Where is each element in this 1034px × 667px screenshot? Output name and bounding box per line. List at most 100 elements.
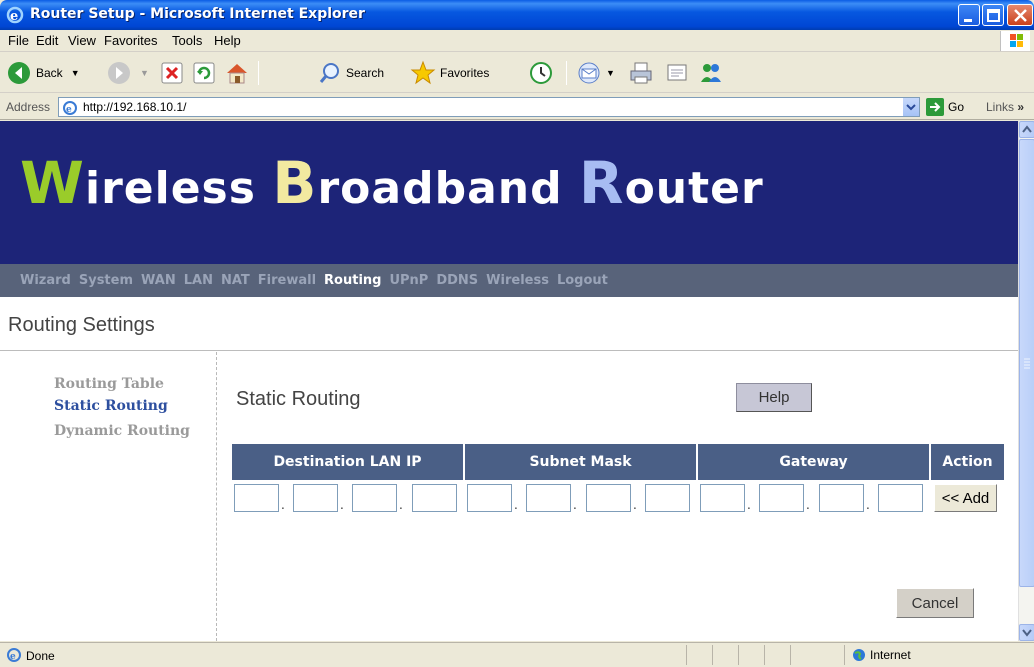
menu-help[interactable]: Help (214, 33, 241, 48)
banner-word-broadband: roadband (317, 163, 579, 214)
page-done-icon: e (7, 648, 21, 662)
sidebar-item-routing-table[interactable]: Routing Table (54, 376, 164, 392)
print-icon (630, 62, 652, 84)
refresh-button[interactable] (192, 59, 216, 87)
add-route-button[interactable]: << Add (934, 484, 997, 512)
dest-ip-octet-2[interactable] (293, 484, 338, 512)
edit-button[interactable] (664, 59, 690, 87)
menu-bar: File Edit View Favorites Tools Help (0, 30, 1034, 52)
nav-system[interactable]: System (79, 273, 133, 288)
back-button[interactable]: Back ▼ (6, 59, 80, 87)
nav-ddns[interactable]: DDNS (436, 273, 478, 288)
banner-letter-w: W (20, 149, 85, 217)
nav-wizard[interactable]: Wizard (20, 273, 71, 288)
home-button[interactable] (224, 59, 250, 87)
stop-icon (161, 62, 183, 84)
status-pane (712, 645, 738, 665)
dest-ip-octet-1[interactable] (234, 484, 279, 512)
security-zone: Internet (852, 648, 911, 662)
gateway-octet-2[interactable] (759, 484, 804, 512)
menu-edit[interactable]: Edit (36, 33, 58, 48)
go-button[interactable]: Go (926, 98, 964, 116)
toolbar: Back ▼ ▼ Search Favorites ▼ (0, 53, 1034, 93)
grip-icon (1024, 358, 1030, 369)
history-icon (530, 62, 552, 84)
octet-separator: . (573, 498, 577, 512)
column-action: Action (931, 444, 1004, 480)
address-input[interactable]: e http://192.168.10.1/ (58, 97, 920, 117)
help-button[interactable]: Help (736, 383, 812, 412)
menu-view[interactable]: View (68, 33, 96, 48)
mail-button[interactable]: ▼ (576, 59, 615, 87)
menu-file[interactable]: File (8, 33, 29, 48)
router-banner-title: Wireless Broadband Router (20, 149, 764, 217)
windows-logo (1000, 31, 1030, 51)
links-button[interactable]: Links » (986, 100, 1024, 114)
search-label: Search (346, 66, 385, 80)
mail-dropdown-icon[interactable]: ▼ (606, 68, 615, 78)
search-button[interactable]: Search (318, 59, 384, 87)
chevron-down-icon (906, 104, 916, 111)
stop-button[interactable] (160, 59, 184, 87)
svg-text:e: e (10, 652, 16, 662)
links-label: Links (986, 100, 1015, 114)
dest-ip-octet-4[interactable] (412, 484, 457, 512)
gateway-octet-3[interactable] (819, 484, 864, 512)
subnet-mask-octet-4[interactable] (645, 484, 690, 512)
dest-ip-octet-3[interactable] (352, 484, 397, 512)
history-button[interactable] (528, 59, 554, 87)
nav-logout[interactable]: Logout (557, 273, 608, 288)
favorites-button[interactable]: Favorites (410, 59, 489, 87)
svg-text:e: e (10, 9, 18, 24)
sidebar-item-dynamic-routing[interactable]: Dynamic Routing (54, 423, 190, 439)
subnet-mask-octet-1[interactable] (467, 484, 512, 512)
nav-nat[interactable]: NAT (221, 273, 250, 288)
title-bar[interactable]: e Router Setup - Microsoft Internet Expl… (0, 0, 1034, 30)
octet-separator: . (747, 498, 751, 512)
section-header: Routing Settings (0, 297, 1018, 351)
zone-label: Internet (870, 648, 911, 662)
back-dropdown-icon[interactable]: ▼ (71, 68, 80, 78)
address-dropdown-button[interactable] (902, 98, 919, 116)
sidebar-item-static-routing[interactable]: Static Routing (54, 398, 168, 414)
back-label: Back (36, 66, 63, 80)
nav-lan[interactable]: LAN (184, 273, 213, 288)
menu-tools[interactable]: Tools (172, 33, 202, 48)
close-button[interactable] (1007, 4, 1033, 26)
status-pane (764, 645, 790, 665)
octet-separator: . (340, 498, 344, 512)
search-icon (319, 63, 339, 83)
nav-firewall[interactable]: Firewall (258, 273, 316, 288)
vertical-scrollbar[interactable] (1018, 121, 1034, 641)
print-button[interactable] (628, 59, 654, 87)
minimize-icon (964, 19, 972, 22)
messenger-button[interactable] (698, 59, 724, 87)
forward-button[interactable]: ▼ (106, 59, 149, 87)
scroll-thumb[interactable] (1019, 139, 1034, 587)
address-bar: Address e http://192.168.10.1/ Go Links … (0, 94, 1034, 120)
router-banner: Wireless Broadband Router (0, 121, 1018, 264)
cancel-button[interactable]: Cancel (896, 588, 974, 618)
forward-dropdown-icon[interactable]: ▼ (140, 68, 149, 78)
gateway-octet-1[interactable] (700, 484, 745, 512)
subnet-mask-octet-2[interactable] (526, 484, 571, 512)
close-icon (1014, 9, 1027, 22)
subnet-mask-octet-3[interactable] (586, 484, 631, 512)
favorites-label: Favorites (440, 66, 490, 80)
scroll-up-button[interactable] (1019, 121, 1034, 138)
octet-separator: . (633, 498, 637, 512)
minimize-button[interactable] (958, 4, 980, 26)
section-title: Routing Settings (8, 314, 155, 336)
menu-favorites[interactable]: Favorites (104, 33, 157, 48)
nav-routing[interactable]: Routing (324, 273, 381, 288)
address-url: http://192.168.10.1/ (83, 100, 187, 114)
nav-upnp[interactable]: UPnP (389, 273, 428, 288)
svg-text:e: e (66, 105, 72, 115)
scroll-down-button[interactable] (1019, 624, 1034, 641)
gateway-octet-4[interactable] (878, 484, 923, 512)
nav-wan[interactable]: WAN (141, 273, 176, 288)
nav-wireless[interactable]: Wireless (486, 273, 549, 288)
maximize-button[interactable] (982, 4, 1004, 26)
chevron-up-icon (1022, 125, 1032, 133)
forward-arrow-icon (108, 62, 130, 84)
